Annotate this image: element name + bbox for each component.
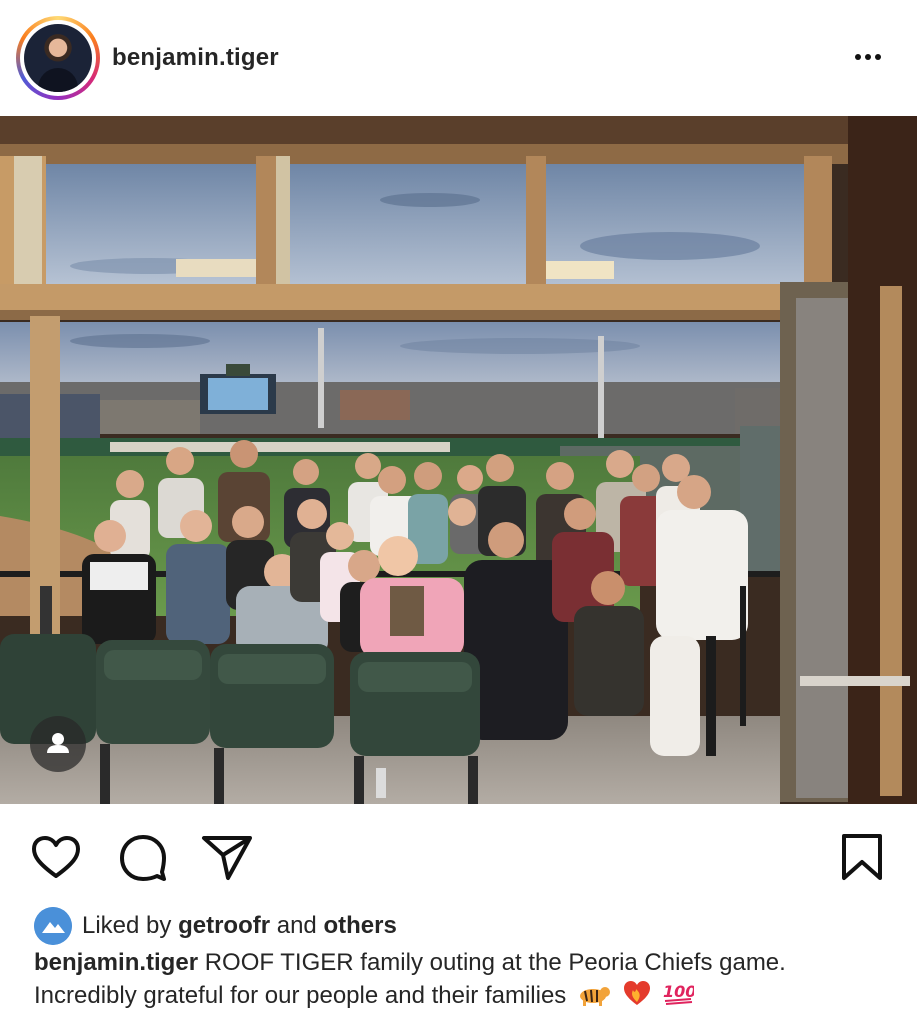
avatar-shirt: [38, 68, 78, 92]
tiger-emoji-icon: [577, 982, 611, 1014]
liker-avatar[interactable]: [34, 907, 72, 945]
liker-username[interactable]: getroofr: [178, 912, 270, 940]
more-options-button[interactable]: [848, 42, 888, 72]
share-button[interactable]: [200, 830, 256, 886]
more-dot: [865, 54, 871, 60]
likes-summary[interactable]: Liked by getroofr and others: [34, 906, 397, 946]
bookmark-icon: [842, 834, 882, 880]
post-image[interactable]: [0, 116, 917, 804]
mountain-logo-icon: [34, 907, 72, 945]
post-photo-illustration: [0, 116, 917, 804]
user-tag-button[interactable]: [30, 716, 86, 772]
post-caption: benjamin.tiger ROOF TIGER family outing …: [34, 948, 894, 1014]
heart-icon: [32, 836, 80, 878]
likes-prefix: Liked by: [82, 912, 172, 939]
likes-connector: and: [276, 912, 317, 939]
send-icon: [202, 836, 252, 880]
user-tag-icon: [47, 733, 69, 753]
save-button[interactable]: [834, 830, 890, 886]
action-bar: [0, 804, 917, 904]
caption-username[interactable]: benjamin.tiger: [34, 949, 198, 976]
like-button[interactable]: [28, 830, 84, 886]
more-dot: [875, 54, 881, 60]
avatar[interactable]: [24, 24, 92, 92]
comment-button[interactable]: [114, 830, 170, 886]
post-header: benjamin.tiger: [0, 0, 917, 116]
more-horizontal-icon: [855, 54, 861, 60]
heart-on-fire-emoji-icon: [622, 978, 652, 1014]
story-ring[interactable]: [16, 16, 100, 100]
hundred-points-emoji-icon: 100: [662, 980, 697, 1014]
post-username[interactable]: benjamin.tiger: [112, 44, 279, 72]
likes-others-link[interactable]: others: [323, 912, 396, 940]
comment-icon: [120, 835, 166, 881]
